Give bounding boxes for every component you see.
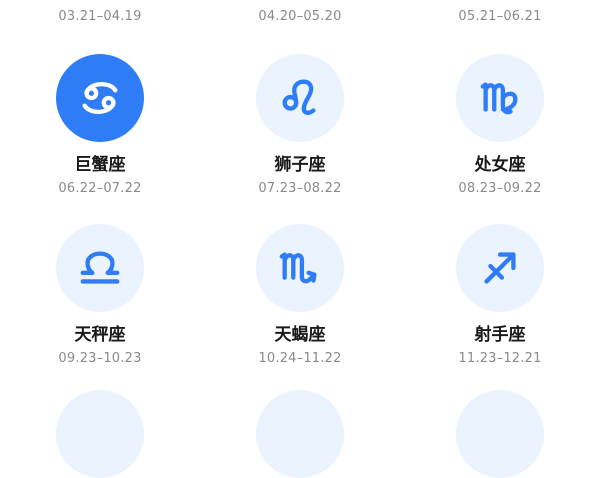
zodiac-item-cancer[interactable]: 巨蟹座 06.22–07.22 <box>0 54 200 197</box>
aquarius-icon[interactable] <box>256 390 344 478</box>
zodiac-item-scorpio[interactable]: 天蝎座 10.24–11.22 <box>200 224 400 367</box>
scorpio-icon <box>256 224 344 312</box>
libra-icon <box>56 224 144 312</box>
gemini-dates: 05.21–06.21 <box>458 9 542 24</box>
virgo-dates: 08.23–09.22 <box>458 181 542 196</box>
cancer-icon <box>56 54 144 142</box>
sagittarius-dates: 11.23–12.21 <box>458 351 542 366</box>
zodiac-item-sagittarius[interactable]: 射手座 11.23–12.21 <box>400 224 600 367</box>
scorpio-dates: 10.24–11.22 <box>258 351 342 366</box>
zodiac-item-libra[interactable]: 天秤座 09.23–10.23 <box>0 224 200 367</box>
virgo-icon <box>456 54 544 142</box>
zodiac-item-virgo[interactable]: 处女座 08.23–09.22 <box>400 54 600 197</box>
cancer-name: 巨蟹座 <box>74 155 126 175</box>
pisces-icon[interactable] <box>456 390 544 478</box>
sagittarius-icon <box>456 224 544 312</box>
aries-dates: 03.21–04.19 <box>58 9 142 24</box>
zodiac-grid: 03.21–04.19 04.20–05.20 05.21–06.21 巨蟹座 … <box>0 0 600 478</box>
libra-name: 天秤座 <box>74 325 126 345</box>
scorpio-name: 天蝎座 <box>274 325 326 345</box>
cancer-dates: 06.22–07.22 <box>58 181 142 196</box>
virgo-name: 处女座 <box>474 155 526 175</box>
sagittarius-name: 射手座 <box>474 325 526 345</box>
taurus-dates: 04.20–05.20 <box>258 9 342 24</box>
leo-icon <box>256 54 344 142</box>
libra-dates: 09.23–10.23 <box>58 351 142 366</box>
leo-dates: 07.23–08.22 <box>258 181 342 196</box>
capricorn-icon[interactable] <box>56 390 144 478</box>
leo-name: 狮子座 <box>274 155 326 175</box>
zodiac-item-leo[interactable]: 狮子座 07.23–08.22 <box>200 54 400 197</box>
